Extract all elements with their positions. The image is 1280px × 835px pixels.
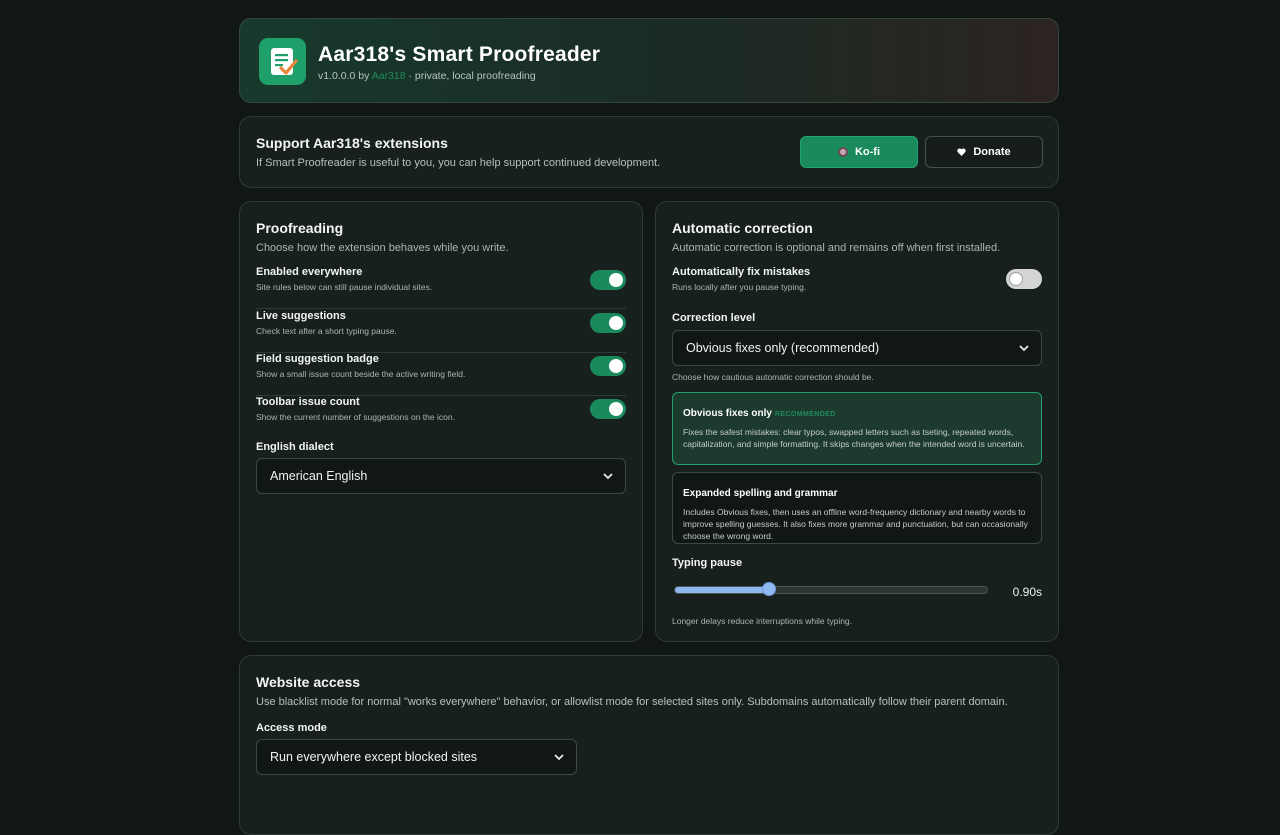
setting-hint: Site rules below can still pause individ… (256, 282, 433, 292)
setting-hint: Show a small issue count beside the acti… (256, 369, 466, 379)
auto-correction-description: Automatic correction is optional and rem… (672, 242, 1001, 254)
enabled-everywhere-toggle[interactable] (590, 270, 626, 290)
proofreading-title: Proofreading (256, 220, 344, 236)
toggle-knob (609, 359, 623, 373)
proofreading-description: Choose how the extension behaves while y… (256, 242, 509, 254)
typing-pause-value: 0.90s (1012, 585, 1042, 599)
option-description: Fixes the safest mistakes: clear typos, … (683, 427, 1025, 449)
live-suggestions-toggle[interactable] (590, 313, 626, 333)
dialect-value: American English (270, 469, 368, 483)
setting-label: Automatically fix mistakes (672, 266, 811, 278)
toggle-knob (609, 316, 623, 330)
access-mode-label: Access mode (256, 722, 327, 734)
support-card: Support Aar318's extensions If Smart Pro… (239, 116, 1059, 188)
kofi-cup-icon (837, 147, 848, 157)
kofi-button-label: Ko-fi (854, 146, 881, 158)
toggle-knob (609, 402, 623, 416)
setting-row-field-badge: Field suggestion badge Show a small issu… (256, 353, 626, 396)
toggle-knob (1009, 272, 1023, 286)
setting-label: Field suggestion badge (256, 353, 379, 365)
slider-thumb[interactable] (762, 582, 776, 596)
typing-pause-label: Typing pause (672, 557, 743, 569)
chevron-down-icon (554, 754, 564, 761)
donate-button[interactable]: Donate (925, 136, 1043, 168)
auto-correction-card: Automatic correction Automatic correctio… (655, 201, 1059, 642)
setting-label: Live suggestions (256, 310, 346, 322)
donate-button-label: Donate (973, 146, 1011, 158)
author-link[interactable]: Aar318 (372, 70, 406, 82)
dialect-select[interactable]: American English (256, 458, 626, 494)
typing-pause-hint: Longer delays reduce interruptions while… (672, 616, 853, 626)
tagline-text: · private, local proofreading (405, 70, 536, 82)
field-badge-toggle[interactable] (590, 356, 626, 376)
website-access-title: Website access (256, 674, 361, 690)
app-subtitle: v1.0.0.0 by Aar318 · private, local proo… (318, 70, 536, 82)
version-text: v1.0.0.0 by (318, 70, 370, 82)
correction-level-select[interactable]: Obvious fixes only (recommended) (672, 330, 1042, 366)
option-expanded-spelling[interactable]: Expanded spelling and grammar Includes O… (672, 472, 1042, 544)
toolbar-count-toggle[interactable] (590, 399, 626, 419)
heart-icon (957, 148, 967, 156)
auto-correction-title: Automatic correction (672, 220, 813, 236)
option-title: Expanded spelling and grammar (683, 488, 838, 499)
setting-hint: Show the current number of suggestions o… (256, 412, 455, 422)
option-obvious-fixes[interactable]: Obvious fixes only RECOMMENDED Fixes the … (672, 392, 1042, 465)
app-title: Aar318's Smart Proofreader (318, 43, 601, 66)
setting-label: Toolbar issue count (256, 396, 360, 408)
setting-row-auto-fix: Automatically fix mistakes Runs locally … (672, 266, 1042, 309)
setting-hint: Check text after a short typing pause. (256, 326, 397, 336)
dialect-label: English dialect (256, 441, 334, 453)
toggle-knob (609, 273, 623, 287)
option-description: Includes Obvious fixes, then uses an off… (683, 507, 1028, 541)
website-access-description: Use blacklist mode for normal "works eve… (256, 696, 1008, 708)
kofi-button[interactable]: Ko-fi (800, 136, 918, 168)
chevron-down-icon (1019, 345, 1029, 352)
auto-fix-toggle[interactable] (1006, 269, 1042, 289)
option-heading: Obvious fixes only RECOMMENDED (683, 403, 1031, 421)
support-description: If Smart Proofreader is useful to you, y… (256, 157, 661, 169)
website-access-card: Website access Use blacklist mode for no… (239, 655, 1059, 835)
access-mode-select[interactable]: Run everywhere except blocked sites (256, 739, 577, 775)
setting-row-toolbar-count: Toolbar issue count Show the current num… (256, 396, 626, 439)
correction-level-label: Correction level (672, 312, 756, 324)
chevron-down-icon (603, 473, 613, 480)
option-heading: Expanded spelling and grammar (683, 483, 1031, 501)
setting-hint: Runs locally after you pause typing. (672, 282, 807, 292)
proofreading-card: Proofreading Choose how the extension be… (239, 201, 643, 642)
setting-row-enabled-everywhere: Enabled everywhere Site rules below can … (256, 266, 626, 309)
option-title: Obvious fixes only (683, 408, 772, 419)
correction-level-value: Obvious fixes only (recommended) (686, 341, 880, 355)
app-header: Aar318's Smart Proofreader v1.0.0.0 by A… (239, 18, 1059, 103)
support-title: Support Aar318's extensions (256, 135, 448, 151)
recommended-badge: RECOMMENDED (774, 411, 836, 418)
typing-pause-slider[interactable] (674, 582, 988, 596)
correction-level-hint: Choose how cautious automatic correction… (672, 372, 874, 382)
setting-label: Enabled everywhere (256, 266, 363, 278)
slider-fill (675, 587, 769, 593)
setting-row-live-suggestions: Live suggestions Check text after a shor… (256, 310, 626, 353)
document-check-icon (259, 38, 306, 85)
access-mode-value: Run everywhere except blocked sites (270, 750, 478, 764)
